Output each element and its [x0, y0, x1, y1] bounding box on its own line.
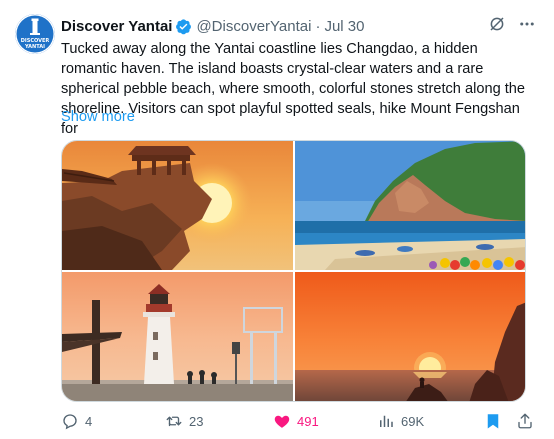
- show-more-link[interactable]: Show more: [61, 109, 135, 125]
- reply-button[interactable]: 4: [61, 412, 92, 430]
- tweet[interactable]: DISCOVER YANTAI Discover Yantai @Discove…: [0, 0, 554, 439]
- heart-icon: [273, 412, 291, 430]
- verified-badge-icon: [175, 18, 192, 35]
- sunset-rock-pavilion-photo-icon: [62, 141, 293, 270]
- display-name[interactable]: Discover Yantai: [61, 18, 172, 35]
- reply-count: 4: [85, 413, 93, 429]
- tweet-header: Discover Yantai @DiscoverYantai · Jul 30: [61, 16, 364, 36]
- engagement-bar: 4 23 491 69K: [61, 412, 534, 432]
- top-actions: [488, 15, 536, 33]
- lighthouse-sunset-photo-icon: [62, 272, 293, 401]
- like-button[interactable]: 491: [273, 412, 319, 430]
- photo-sea-sunset[interactable]: [295, 272, 525, 401]
- views-icon: [377, 412, 395, 430]
- separator-dot: ·: [315, 17, 321, 35]
- coastal-beach-cliff-photo-icon: [295, 141, 525, 270]
- photo-rock-pavilion-sunset[interactable]: [62, 141, 293, 270]
- timestamp[interactable]: Jul 30: [324, 18, 364, 35]
- views-button[interactable]: 69K: [377, 412, 424, 430]
- views-count: 69K: [401, 413, 425, 429]
- bookmark-icon: [484, 412, 502, 430]
- photo-coastal-beach[interactable]: [295, 141, 525, 270]
- photo-lighthouse[interactable]: [62, 272, 293, 401]
- retweet-count: 23: [189, 413, 204, 429]
- bookmark-button[interactable]: [484, 412, 502, 430]
- grok-icon[interactable]: [488, 15, 506, 33]
- discover-yantai-logo-icon: DISCOVER YANTAI: [15, 14, 55, 54]
- handle[interactable]: @DiscoverYantai: [196, 18, 311, 35]
- sea-sunset-photo-icon: [295, 272, 525, 401]
- share-button[interactable]: [516, 412, 534, 430]
- share-icon: [516, 412, 534, 430]
- avatar[interactable]: DISCOVER YANTAI: [15, 14, 55, 54]
- media-grid: [61, 140, 526, 402]
- like-count: 491: [297, 413, 319, 429]
- reply-icon: [61, 412, 79, 430]
- svg-text:YANTAI: YANTAI: [24, 44, 45, 50]
- retweet-button[interactable]: 23: [165, 412, 203, 430]
- retweet-icon: [165, 412, 183, 430]
- more-options-icon[interactable]: [518, 15, 536, 33]
